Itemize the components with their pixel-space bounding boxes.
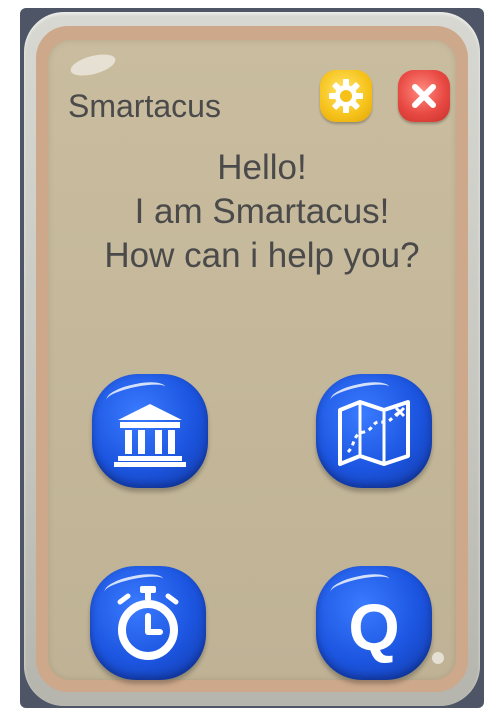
quiz-button[interactable]: Q xyxy=(316,566,432,680)
museum-icon xyxy=(114,404,186,467)
quiz-glyph: Q xyxy=(348,590,399,664)
close-icon xyxy=(412,84,436,108)
gloss-highlight-small xyxy=(432,652,444,664)
greeting-text: Hello! I am Smartacus! How can i help yo… xyxy=(48,146,476,278)
gear-icon xyxy=(329,79,363,113)
settings-button[interactable] xyxy=(320,70,372,122)
close-button[interactable] xyxy=(398,70,450,122)
quiz-icon: Q xyxy=(348,590,399,664)
museum-button[interactable] xyxy=(92,374,208,488)
map-button[interactable] xyxy=(316,374,432,488)
greeting-line-1: Hello! xyxy=(217,148,307,187)
app-title: Smartacus xyxy=(68,88,221,124)
map-icon xyxy=(338,400,410,466)
stopwatch-button[interactable] xyxy=(90,566,206,680)
greeting-line-2: I am Smartacus! xyxy=(134,192,390,231)
stopwatch-icon xyxy=(117,586,179,660)
greeting-line-3: How can i help you? xyxy=(104,236,420,275)
